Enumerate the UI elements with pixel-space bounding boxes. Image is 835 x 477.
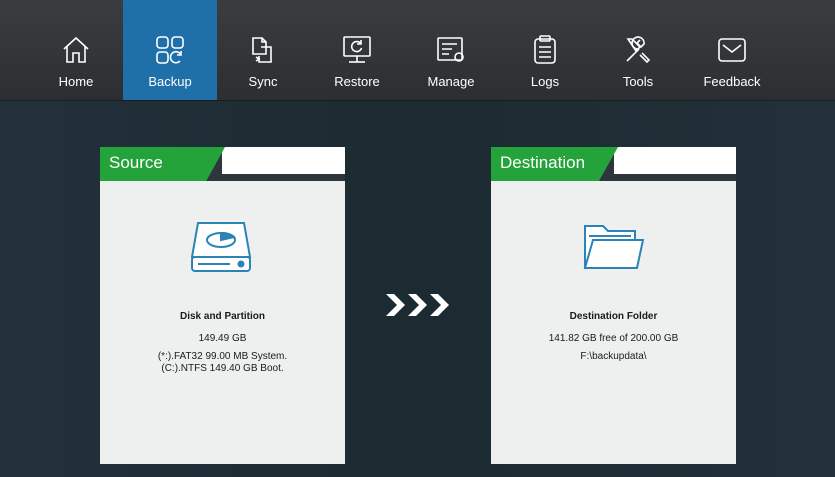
source-detail-line2: (C:).NTFS 149.40 GB Boot. bbox=[161, 363, 284, 374]
nav-restore[interactable]: Restore bbox=[310, 0, 404, 100]
destination-path: F:\backupdata\ bbox=[580, 351, 647, 362]
manage-icon bbox=[437, 37, 464, 62]
tools-icon bbox=[626, 36, 651, 64]
sync-icon bbox=[252, 37, 272, 63]
destination-card-header: Destination bbox=[491, 147, 736, 181]
home-icon bbox=[63, 36, 89, 63]
disk-icon bbox=[190, 222, 252, 272]
destination-title: Destination Folder bbox=[569, 311, 658, 322]
source-card-header: Source bbox=[100, 147, 345, 181]
source-size: 149.49 GB bbox=[198, 333, 247, 344]
nav-sync[interactable]: Sync bbox=[216, 0, 310, 100]
destination-header-strip bbox=[614, 147, 736, 174]
restore-icon bbox=[343, 36, 371, 63]
nav-home-label: Home bbox=[58, 74, 94, 89]
nav-backup[interactable]: Backup bbox=[123, 0, 217, 100]
folder-icon bbox=[583, 225, 645, 269]
nav-restore-label: Restore bbox=[334, 74, 380, 89]
destination-header-label: Destination bbox=[491, 147, 618, 181]
nav-tools[interactable]: Tools bbox=[591, 0, 685, 100]
destination-free-space: 141.82 GB free of 200.00 GB bbox=[548, 333, 679, 344]
nav-sync-label: Sync bbox=[248, 74, 278, 89]
nav-backup-label: Backup bbox=[148, 74, 192, 89]
nav-logs-label: Logs bbox=[530, 74, 560, 89]
destination-card[interactable]: Destination Destination Folder 141.82 GB… bbox=[491, 147, 736, 464]
backup-icon bbox=[156, 36, 184, 64]
nav-home[interactable]: Home bbox=[29, 0, 123, 100]
arrow-right-icon bbox=[386, 294, 449, 316]
source-title: Disk and Partition bbox=[179, 311, 265, 322]
source-detail-line1: (*:).FAT32 99.00 MB System. bbox=[157, 351, 288, 362]
top-navigation-bar: Home Backup Sync Restore Manage Logs Too… bbox=[0, 0, 835, 101]
nav-feedback-label: Feedback bbox=[703, 74, 761, 89]
source-card[interactable]: Source Disk and Partition 149.49 GB (*:)… bbox=[100, 147, 345, 464]
nav-manage-label: Manage bbox=[427, 74, 475, 89]
feedback-icon bbox=[718, 38, 746, 62]
nav-feedback[interactable]: Feedback bbox=[685, 0, 779, 100]
nav-manage[interactable]: Manage bbox=[404, 0, 498, 100]
logs-icon bbox=[534, 35, 556, 64]
source-header-strip bbox=[222, 147, 345, 174]
nav-logs[interactable]: Logs bbox=[498, 0, 592, 100]
source-header-label: Source bbox=[100, 147, 225, 181]
nav-tools-label: Tools bbox=[622, 74, 654, 89]
